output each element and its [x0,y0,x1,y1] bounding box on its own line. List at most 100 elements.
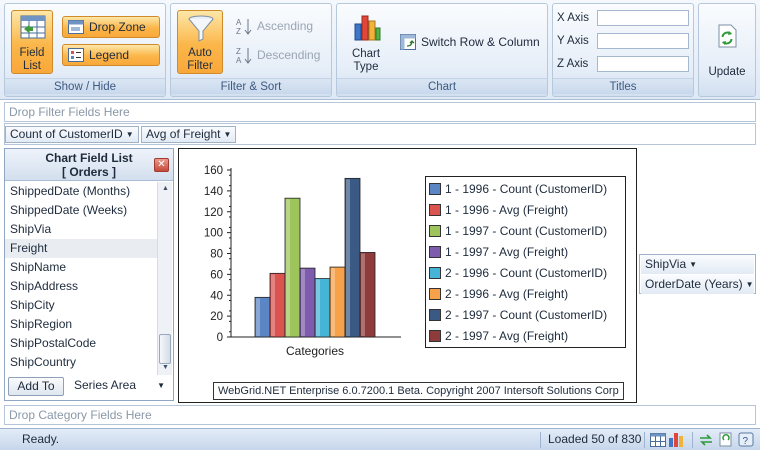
list-item[interactable]: ShipCountry [5,353,157,372]
grid-view-icon[interactable] [650,433,666,447]
legend-swatch [429,267,441,279]
category-drop-zone[interactable]: Drop Category Fields Here [4,405,756,425]
series-field-label: ShipVia [645,257,687,271]
legend-item: 1 - 1996 - Count (CustomerID) [429,180,607,198]
legend-swatch [429,183,441,195]
legend-label: 1 - 1996 - Count (CustomerID) [445,182,608,196]
drop-zone-icon [68,20,84,34]
legend-item: 1 - 1997 - Count (CustomerID) [429,222,607,240]
close-icon[interactable]: ✕ [154,158,169,172]
series-field-shipvia[interactable]: ShipVia ▼ [641,255,754,274]
list-item[interactable]: ShipName [5,258,157,277]
legend-item: 1 - 1996 - Avg (Freight) [429,201,568,219]
list-item[interactable]: ShipRegion [5,315,157,334]
list-item[interactable]: ShipVia [5,220,157,239]
legend-button[interactable]: Legend [62,44,160,66]
y-tick-label: 60 [210,269,223,281]
y-tick-label: 40 [210,290,223,302]
update-label: Update [708,66,746,78]
filter-drop-zone[interactable]: Drop Filter Fields Here [4,102,756,122]
legend-label: 1 - 1997 - Count (CustomerID) [445,224,608,238]
legend-swatch [429,309,441,321]
titles-group-label: Titles [553,78,693,94]
field-list-scrollbar[interactable]: ▲ ▼ [157,182,172,375]
descending-button[interactable]: Z A Descending [231,45,327,67]
ribbon-toolbar: Field List Drop Zone Legend Show / Hide [0,0,760,100]
legend-item: 2 - 1997 - Avg (Freight) [429,327,568,345]
chevron-down-icon: ▼ [157,381,165,390]
update-button[interactable]: Update [703,24,751,78]
x-axis-label: X Axis [557,12,589,24]
help-icon[interactable]: ? [738,432,754,447]
data-field-avg-freight[interactable]: Avg of Freight ▼ [141,126,237,143]
svg-text:Z: Z [236,27,241,35]
chevron-down-icon: ▼ [745,280,754,289]
y-tick-label: 160 [204,165,223,177]
svg-text:?: ? [743,436,749,447]
chevron-down-icon: ▼ [125,130,134,139]
descending-label: Descending [257,48,321,62]
chart-type-label: Chart Type [351,48,381,73]
y-tick-label: 120 [204,207,223,219]
show-hide-label: Show / Hide [5,78,165,94]
auto-filter-label: Auto Filter [187,47,213,72]
field-list-button[interactable]: Field List [11,10,53,74]
y-tick-label: 80 [210,249,223,261]
series-field-orderdate-years[interactable]: OrderDate (Years) ▼ [641,275,754,294]
z-axis-title-input[interactable] [597,56,689,72]
chart-type-button[interactable]: Chart Type [343,10,389,74]
switch-row-column-button[interactable]: Switch Row & Column [395,32,545,54]
legend-label: 1 - 1997 - Avg (Freight) [445,245,569,259]
status-divider [540,432,541,448]
export-icon[interactable] [718,432,734,447]
sync-icon[interactable] [698,432,714,447]
auto-filter-button[interactable]: Auto Filter [177,10,223,74]
area-select[interactable]: Series Area ▼ [71,377,169,396]
bar-2 [269,272,286,338]
scroll-down-icon[interactable]: ▼ [158,361,173,375]
bar-highlight [256,298,260,336]
legend-item: 2 - 1997 - Count (CustomerID) [429,306,607,324]
status-bar: Ready. Loaded 50 of 830 ? [0,428,760,450]
ascending-button[interactable]: A Z Ascending [231,16,327,38]
legend-swatch [429,330,441,342]
legend-label: Legend [89,48,130,62]
y-axis-label: Y Axis [557,35,589,47]
chart-group-label: Chart [337,78,547,94]
chart-view-icon[interactable] [668,431,686,448]
list-item[interactable]: Freight [5,239,157,258]
y-tick-label: 100 [204,228,223,240]
switch-row-column-icon [400,34,416,50]
x-axis-title-input[interactable] [597,10,689,26]
y-tick-label: 20 [210,311,223,323]
data-field-count-customerid[interactable]: Count of CustomerID ▼ [5,126,139,143]
y-tick-label: 0 [217,332,223,344]
legend-label: 2 - 1996 - Count (CustomerID) [445,266,608,280]
data-field-label: Count of CustomerID [10,127,123,141]
list-item[interactable]: ShipAddress [5,277,157,296]
add-to-button[interactable]: Add To [8,377,64,396]
series-drop-zone: ShipVia ▼ OrderDate (Years) ▼ [639,254,756,294]
drop-zone-button[interactable]: Drop Zone [62,16,160,38]
list-item[interactable]: ShipPostalCode [5,334,157,353]
list-item[interactable]: ShipCity [5,296,157,315]
field-list-label: Field List [19,47,45,72]
list-item[interactable]: ShippedDate (Weeks) [5,201,157,220]
scroll-thumb[interactable] [159,334,171,364]
list-item[interactable]: ShippedDate (Months) [5,182,157,201]
field-list-subtitle: [ Orders ] [61,165,116,179]
filter-sort-label: Filter & Sort [171,78,331,94]
legend-item: 2 - 1996 - Count (CustomerID) [429,264,607,282]
sort-ascending-icon: A Z [236,18,252,35]
bar-chart-icon [354,15,381,41]
scroll-up-icon[interactable]: ▲ [158,182,173,196]
bar-highlight [331,268,335,336]
y-axis-title-input[interactable] [597,33,689,49]
legend-swatch [429,204,441,216]
sort-descending-icon: Z A [236,47,252,64]
chart-field-list-panel: Chart Field List [ Orders ] ✕ ShippedDat… [4,148,174,401]
filter-sort-group: Auto Filter A Z Ascending Z A Descending… [170,3,332,97]
svg-text:A: A [236,18,242,27]
bar-highlight [316,279,320,336]
y-tick-label: 140 [204,186,223,198]
